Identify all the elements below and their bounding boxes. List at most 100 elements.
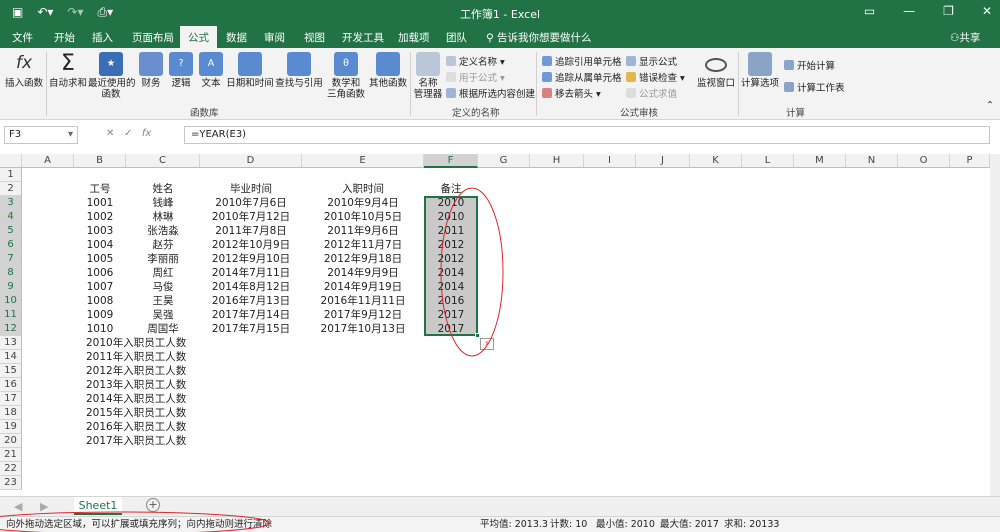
column-header-j[interactable]: J xyxy=(636,154,690,168)
column-header-f[interactable]: F xyxy=(424,154,478,168)
row-header-12[interactable]: 12 xyxy=(0,322,22,336)
row-header-6[interactable]: 6 xyxy=(0,238,22,252)
cell-year[interactable]: 2012 xyxy=(424,238,478,252)
watch-window-button[interactable]: 监视窗口 xyxy=(696,52,736,89)
row-header-23[interactable]: 23 xyxy=(0,476,22,490)
column-header-k[interactable]: K xyxy=(690,154,742,168)
cell-name[interactable]: 张浩淼 xyxy=(126,224,200,238)
datetime-button[interactable]: 日期和时间 xyxy=(226,52,274,89)
select-all-corner[interactable] xyxy=(0,154,22,168)
name-box[interactable]: F3 ▾ xyxy=(4,126,78,144)
cell-year[interactable]: 2012 xyxy=(424,252,478,266)
row-header-15[interactable]: 15 xyxy=(0,364,22,378)
trace-dependents-button[interactable]: 追踪从属单元格 xyxy=(542,70,622,84)
autosum-button[interactable]: Σ 自动求和 xyxy=(48,52,88,90)
cell-hire[interactable]: 2012年9月18日 xyxy=(302,252,424,266)
tab-insert[interactable]: 插入 xyxy=(92,30,113,45)
cell-id[interactable]: 1009 xyxy=(74,308,126,322)
cell-graduation[interactable]: 2012年10月9日 xyxy=(200,238,302,252)
financial-button[interactable]: 财务 xyxy=(138,52,164,89)
tab-data[interactable]: 数据 xyxy=(226,30,247,45)
sheet-prev-icon[interactable]: ◀ xyxy=(14,500,22,513)
more-functions-button[interactable]: 其他函数 xyxy=(368,52,408,89)
header-cell-graduation[interactable]: 毕业时间 xyxy=(200,182,302,196)
evaluate-formula-button[interactable]: 公式求值 xyxy=(626,86,677,100)
sheet-next-icon[interactable]: ▶ xyxy=(40,500,48,513)
cell-name[interactable]: 吴强 xyxy=(126,308,200,322)
row-header-16[interactable]: 16 xyxy=(0,378,22,392)
summary-label-cell[interactable]: 2013年入职员工人数 xyxy=(86,378,186,392)
calculate-sheet-button[interactable]: 计算工作表 xyxy=(784,80,845,94)
cell-id[interactable]: 1005 xyxy=(74,252,126,266)
cell-id[interactable]: 1010 xyxy=(74,322,126,336)
cell-graduation[interactable]: 2012年9月10日 xyxy=(200,252,302,266)
column-header-g[interactable]: G xyxy=(478,154,530,168)
recently-used-button[interactable]: ★ 最近使用的 函数 xyxy=(88,52,136,100)
enter-icon[interactable]: ✓ xyxy=(124,128,132,139)
cell-id[interactable]: 1007 xyxy=(74,280,126,294)
summary-label-cell[interactable]: 2014年入职员工人数 xyxy=(86,392,186,406)
cell-hire[interactable]: 2014年9月19日 xyxy=(302,280,424,294)
calculation-options-button[interactable]: 计算选项 xyxy=(740,52,780,89)
cell-id[interactable]: 1003 xyxy=(74,224,126,238)
cell-year[interactable]: 2014 xyxy=(424,266,478,280)
tab-formulas[interactable]: 公式 xyxy=(180,26,217,48)
cell-name[interactable]: 李丽丽 xyxy=(126,252,200,266)
name-manager-button[interactable]: 名称 管理器 xyxy=(412,52,444,100)
cell-name[interactable]: 周红 xyxy=(126,266,200,280)
row-header-17[interactable]: 17 xyxy=(0,392,22,406)
cell-graduation[interactable]: 2014年7月11日 xyxy=(200,266,302,280)
lookup-button[interactable]: 查找与引用 xyxy=(274,52,324,89)
cell-name[interactable]: 马俊 xyxy=(126,280,200,294)
cell-name[interactable]: 林琳 xyxy=(126,210,200,224)
cell-year[interactable]: 2016 xyxy=(424,294,478,308)
column-header-d[interactable]: D xyxy=(200,154,302,168)
error-checking-button[interactable]: 错误检查 ▾ xyxy=(626,70,685,84)
summary-label-cell[interactable]: 2012年入职员工人数 xyxy=(86,364,186,378)
cell-graduation[interactable]: 2016年7月13日 xyxy=(200,294,302,308)
cell-id[interactable]: 1002 xyxy=(74,210,126,224)
row-header-1[interactable]: 1 xyxy=(0,168,22,182)
add-sheet-icon[interactable]: + xyxy=(146,498,160,512)
tab-team[interactable]: 团队 xyxy=(446,30,467,45)
row-header-22[interactable]: 22 xyxy=(0,462,22,476)
cancel-icon[interactable]: ✕ xyxy=(106,128,114,139)
sheet-tab-sheet1[interactable]: Sheet1 xyxy=(74,497,122,515)
row-header-7[interactable]: 7 xyxy=(0,252,22,266)
header-cell-note[interactable]: 备注 xyxy=(424,182,478,196)
text-button[interactable]: A 文本 xyxy=(198,52,224,89)
use-in-formula-button[interactable]: 用于公式 ▾ xyxy=(446,70,505,84)
tab-view[interactable]: 视图 xyxy=(304,30,325,45)
row-header-5[interactable]: 5 xyxy=(0,224,22,238)
header-cell-hire[interactable]: 入职时间 xyxy=(302,182,424,196)
trace-precedents-button[interactable]: 追踪引用单元格 xyxy=(542,54,622,68)
header-cell-id[interactable]: 工号 xyxy=(74,182,126,196)
cell-name[interactable]: 钱峰 xyxy=(126,196,200,210)
row-header-14[interactable]: 14 xyxy=(0,350,22,364)
row-header-11[interactable]: 11 xyxy=(0,308,22,322)
summary-label-cell[interactable]: 2010年入职员工人数 xyxy=(86,336,186,350)
cell-name[interactable]: 王昊 xyxy=(126,294,200,308)
row-header-10[interactable]: 10 xyxy=(0,294,22,308)
cell-year[interactable]: 2010 xyxy=(424,196,478,210)
summary-label-cell[interactable]: 2017年入职员工人数 xyxy=(86,434,186,448)
row-header-19[interactable]: 19 xyxy=(0,420,22,434)
row-header-13[interactable]: 13 xyxy=(0,336,22,350)
column-header-b[interactable]: B xyxy=(74,154,126,168)
row-header-20[interactable]: 20 xyxy=(0,434,22,448)
define-name-button[interactable]: 定义名称 ▾ xyxy=(446,54,505,68)
tab-developer[interactable]: 开发工具 xyxy=(342,30,384,45)
fx-icon[interactable]: fx xyxy=(142,128,151,139)
cell-hire[interactable]: 2017年9月12日 xyxy=(302,308,424,322)
logical-button[interactable]: ? 逻辑 xyxy=(168,52,194,89)
vertical-scrollbar[interactable] xyxy=(990,154,1000,496)
cell-year[interactable]: 2014 xyxy=(424,280,478,294)
row-header-21[interactable]: 21 xyxy=(0,448,22,462)
tab-review[interactable]: 审阅 xyxy=(264,30,285,45)
row-header-8[interactable]: 8 xyxy=(0,266,22,280)
row-header-3[interactable]: 3 xyxy=(0,196,22,210)
summary-label-cell[interactable]: 2016年入职员工人数 xyxy=(86,420,186,434)
column-header-e[interactable]: E xyxy=(302,154,424,168)
column-header-n[interactable]: N xyxy=(846,154,898,168)
column-header-h[interactable]: H xyxy=(530,154,584,168)
